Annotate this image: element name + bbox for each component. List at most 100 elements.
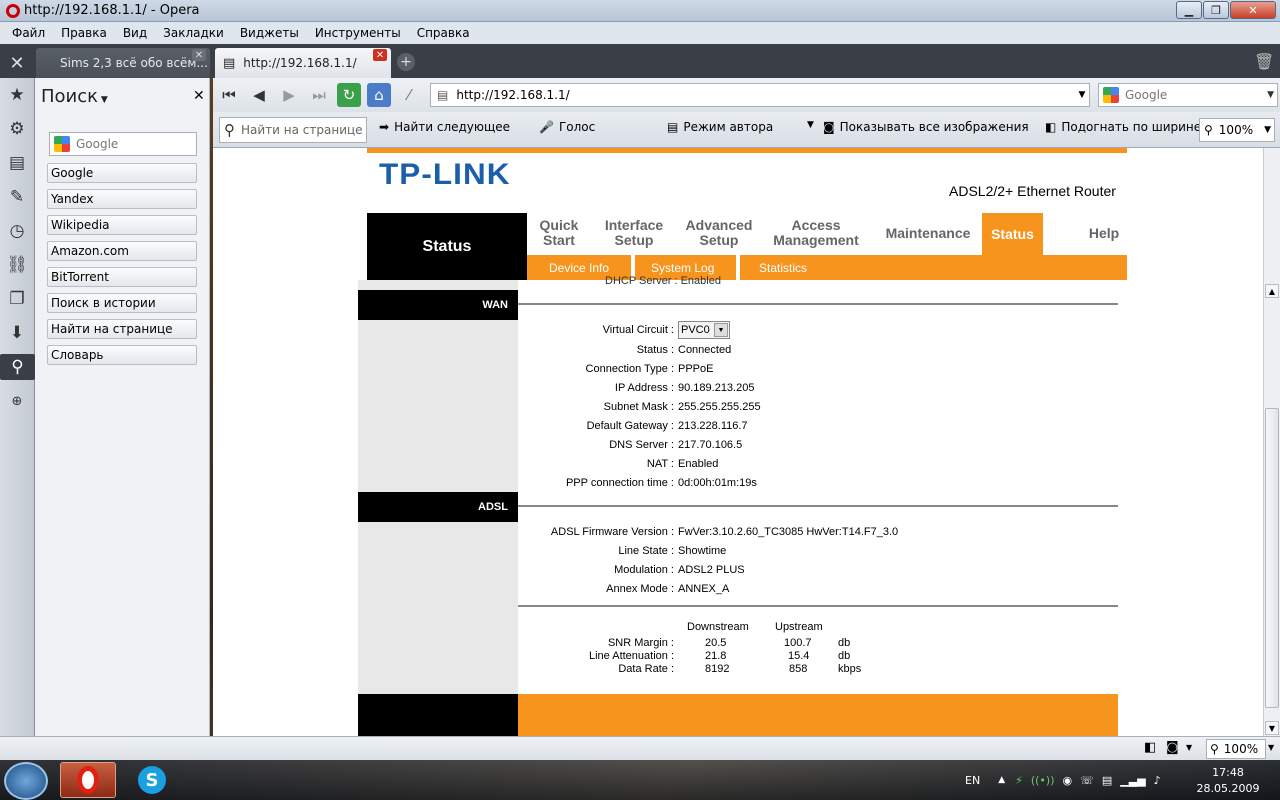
history-clock-icon[interactable]: ◷	[4, 218, 30, 244]
address-field[interactable]: ▤ http://192.168.1.1/	[430, 83, 1090, 107]
fit-width-button[interactable]: ◧ Подогнать по ширине	[1045, 120, 1201, 134]
address-dropdown-icon[interactable]: ▼	[1075, 84, 1089, 106]
search-engine-wikipedia[interactable]: Wikipedia	[47, 215, 197, 235]
volume-icon[interactable]: ♪	[1154, 774, 1161, 787]
scroll-down-icon[interactable]: ▼	[1265, 721, 1279, 735]
tray-expand-icon[interactable]: ▲	[998, 775, 1005, 785]
nav-interface-setup[interactable]: Interface Setup	[601, 218, 667, 248]
search-find-in-page[interactable]: Найти на странице	[47, 319, 197, 339]
links-icon[interactable]: ⛓	[4, 252, 30, 278]
bluetooth-icon[interactable]: ◉	[1063, 774, 1073, 787]
menu-file[interactable]: Файл	[4, 26, 53, 40]
clipboard-icon[interactable]: ▤	[1102, 774, 1112, 787]
panel-close-icon[interactable]: ✕	[193, 88, 205, 104]
scroll-thumb[interactable]	[1265, 408, 1279, 708]
search-engine-bittorrent[interactable]: BitTorrent	[47, 267, 197, 287]
menu-widgets[interactable]: Виджеты	[232, 26, 307, 40]
home-icon[interactable]: ⌂	[367, 83, 391, 107]
rewind-icon[interactable]: ⏮	[217, 83, 241, 107]
author-mode-dropdown-icon[interactable]: ▼	[807, 120, 814, 130]
camera-icon[interactable]: ◙	[1166, 740, 1179, 755]
chevron-down-icon[interactable]: ▼	[1264, 125, 1271, 135]
menu-help[interactable]: Справка	[409, 26, 478, 40]
new-tab-icon[interactable]: +	[397, 53, 415, 71]
search-field[interactable]: Google ▼	[1098, 83, 1278, 107]
wan-subnet-value: 255.255.255.255	[678, 401, 761, 413]
menu-bookmarks[interactable]: Закладки	[155, 26, 232, 40]
search-engine-google[interactable]: Google	[47, 163, 197, 183]
trash-icon[interactable]: 🗑	[1254, 52, 1274, 71]
tab-router[interactable]: ▤ http://192.168.1.1/ ✕	[215, 48, 391, 78]
nav-quick-start[interactable]: Quick Start	[533, 218, 585, 248]
taskbar-skype[interactable]: S	[124, 762, 180, 798]
virtual-circuit-select[interactable]: PVC0 ▼	[678, 321, 730, 339]
wand-icon[interactable]: ⁄	[397, 83, 421, 107]
menu-view[interactable]: Вид	[115, 26, 155, 40]
tab-close-icon[interactable]: ✕	[373, 49, 387, 61]
tools-icon[interactable]: ✕	[4, 50, 30, 76]
transfers-icon[interactable]: ⬇	[4, 320, 30, 346]
chevron-down-icon[interactable]: ▼	[1186, 743, 1192, 752]
search-engine-yandex[interactable]: Yandex	[47, 189, 197, 209]
show-images-button[interactable]: ◙ Показывать все изображения	[823, 120, 1029, 134]
reload-icon[interactable]: ↻	[337, 83, 361, 107]
menu-edit[interactable]: Правка	[53, 26, 115, 40]
taskbar-opera[interactable]	[60, 762, 116, 798]
wireless-icon[interactable]: ((•))	[1031, 774, 1055, 787]
mail-icon[interactable]: ▤	[4, 150, 30, 176]
panel-title[interactable]: Поиск ▼	[41, 86, 108, 107]
search-dictionary[interactable]: Словарь	[47, 345, 197, 365]
bookmarks-star-icon[interactable]: ★	[4, 82, 30, 108]
subnav-statistics[interactable]: Statistics	[759, 261, 807, 275]
footer-bar	[518, 694, 1118, 736]
wan-gateway-label: Default Gateway :	[586, 420, 674, 432]
tab-sims[interactable]: Sims 2,3 всё обо всём... ✕	[36, 48, 210, 78]
maximize-button[interactable]: ❐	[1203, 1, 1229, 19]
chevron-down-icon[interactable]: ▼	[1267, 90, 1274, 100]
search-history[interactable]: Поиск в истории	[47, 293, 197, 313]
menu-tools[interactable]: Инструменты	[307, 26, 409, 40]
attenuation-unit: db	[838, 650, 851, 662]
line-attenuation-label: Line Attenuation :	[588, 650, 674, 662]
close-window-button[interactable]: ✕	[1230, 1, 1276, 19]
subnav-system-log[interactable]: System Log	[651, 261, 714, 275]
add-panel-icon[interactable]: ⊕	[4, 388, 30, 414]
voice-button[interactable]: 🎤 Голос	[539, 120, 595, 134]
fast-forward-icon[interactable]: ⏭	[307, 83, 331, 107]
tab-label: http://192.168.1.1/	[243, 56, 357, 70]
fit-width-icon[interactable]: ◧	[1144, 740, 1156, 755]
notes-icon[interactable]: ❐	[4, 286, 30, 312]
document-icon: ▤	[667, 120, 679, 134]
page-scrollbar[interactable]: ▲ ▼	[1263, 148, 1280, 736]
chevron-down-icon[interactable]: ▼	[1268, 743, 1274, 752]
back-icon[interactable]: ◀	[247, 83, 271, 107]
panel-search-input[interactable]: Google	[49, 132, 197, 156]
author-mode-button[interactable]: ▤ Режим автора	[667, 120, 773, 134]
search-engine-amazon[interactable]: Amazon.com	[47, 241, 197, 261]
virtual-circuit-value: PVC0	[681, 324, 710, 336]
nav-status[interactable]: Status	[982, 213, 1043, 255]
find-next-button[interactable]: ➡ Найти следующее	[379, 120, 510, 134]
search-panel-icon[interactable]: ⚲	[0, 354, 35, 380]
subnav-device-info[interactable]: Device Info	[549, 261, 609, 275]
signal-icon[interactable]: ▁▃▅	[1120, 774, 1145, 787]
clock[interactable]: 17:48 28.05.2009	[1196, 765, 1260, 797]
forward-icon[interactable]: ▶	[277, 83, 301, 107]
nav-access-management[interactable]: Access Management	[771, 218, 861, 248]
language-indicator[interactable]: EN	[965, 774, 980, 787]
skype-tray-icon[interactable]: ☏	[1080, 774, 1094, 787]
nav-maintenance[interactable]: Maintenance	[881, 226, 975, 241]
zoom-control[interactable]: ⚲ 100% ▼	[1199, 118, 1275, 142]
nav-help[interactable]: Help	[1081, 226, 1127, 241]
nav-advanced-setup[interactable]: Advanced Setup	[683, 218, 755, 248]
minimize-button[interactable]: ▁	[1176, 1, 1202, 19]
tplink-logo: TP-LINK	[379, 158, 511, 191]
network-icon[interactable]: ⚡	[1015, 774, 1023, 787]
settings-gear-icon[interactable]: ⚙	[4, 116, 30, 142]
tab-close-icon[interactable]: ✕	[192, 49, 206, 61]
scroll-up-icon[interactable]: ▲	[1265, 284, 1279, 298]
feeds-icon[interactable]: ✎	[4, 184, 30, 210]
start-button[interactable]	[4, 762, 48, 800]
status-zoom-control[interactable]: ⚲ 100%	[1206, 739, 1266, 759]
find-input[interactable]: ⚲ Найти на странице	[219, 117, 367, 143]
